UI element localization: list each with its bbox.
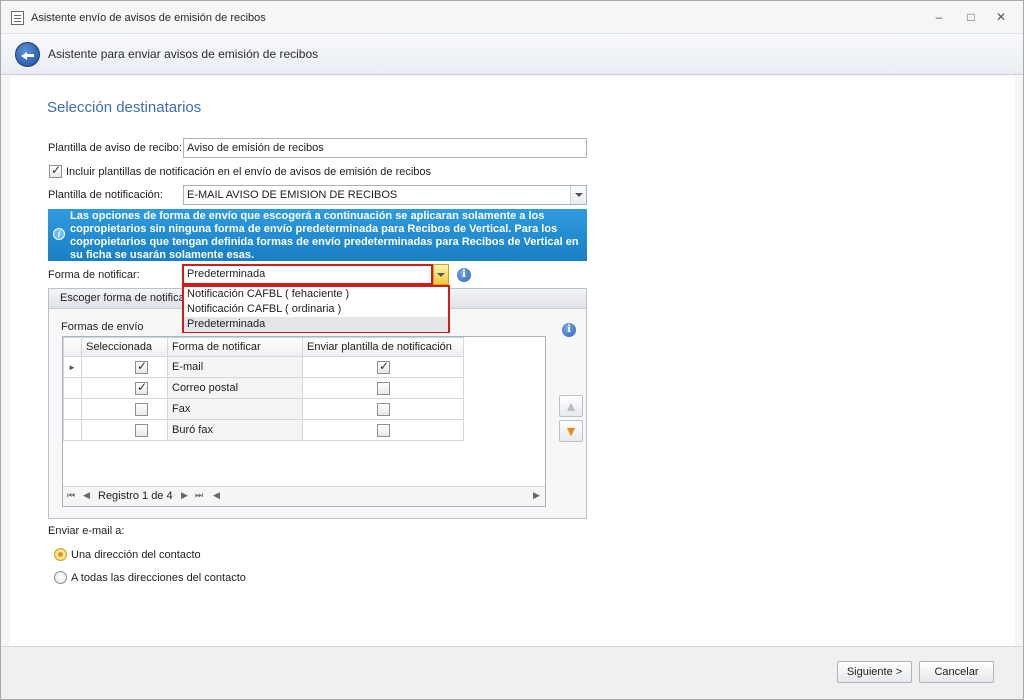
radio-todas-direcciones[interactable] (54, 571, 67, 584)
minimize-icon[interactable]: – (929, 9, 949, 25)
enviar-email-label: Enviar e-mail a: (48, 525, 125, 537)
forma-cell: Correo postal (167, 377, 303, 399)
enviar-cell[interactable] (302, 419, 464, 441)
seleccionada-checkbox[interactable] (135, 403, 148, 416)
wizard-header: Asistente para enviar avisos de emisión … (1, 33, 1023, 75)
enviar-cell[interactable] (302, 377, 464, 399)
seleccionada-cell[interactable] (81, 398, 168, 420)
previous-record-icon[interactable]: ◀ (83, 490, 90, 501)
maximize-icon[interactable]: □ (961, 9, 981, 25)
seleccionada-cell[interactable] (81, 377, 168, 399)
info-icon[interactable]: i (562, 323, 576, 337)
dropdown-option-predeterminada[interactable]: Predeterminada (184, 317, 448, 332)
plantilla-aviso-label: Plantilla de aviso de recibo: (48, 142, 182, 154)
incluir-plantillas-checkbox[interactable] (49, 163, 62, 178)
forma-cell: E-mail (167, 356, 303, 378)
grid-navigator: ⏮ ◀ Registro 1 de 4 ▶ ⏭ ◀ ▶ (63, 486, 545, 506)
enviar-cell[interactable] (302, 398, 464, 420)
formas-table: Seleccionada Forma de notificar Enviar p… (63, 337, 464, 441)
cancel-button[interactable]: Cancelar (919, 661, 994, 683)
table-row[interactable]: ► E-mail (63, 356, 464, 378)
move-up-icon[interactable]: ▲ (559, 395, 583, 417)
title-bar: Asistente envío de avisos de emisión de … (1, 1, 1023, 33)
seleccionada-checkbox[interactable] (135, 359, 148, 374)
forma-cell: Fax (167, 398, 303, 420)
scroll-right-icon[interactable]: ▶ (533, 490, 540, 501)
formas-envio-label: Formas de envío (61, 321, 144, 333)
next-button[interactable]: Siguiente > (837, 661, 912, 683)
section-title: Selección destinatarios (47, 99, 202, 116)
table-row[interactable]: Fax (63, 398, 464, 420)
column-header-seleccionada[interactable]: Seleccionada (81, 337, 168, 357)
plantilla-notificacion-label: Plantilla de notificación: (48, 189, 163, 201)
row-indicator (63, 419, 82, 441)
column-header-enviar[interactable]: Enviar plantilla de notificación (302, 337, 464, 357)
plantilla-notificacion-value: E-MAIL AVISO DE EMISION DE RECIBOS (187, 189, 398, 201)
scroll-left-icon[interactable]: ◀ (213, 490, 220, 501)
enviar-checkbox[interactable] (377, 359, 390, 374)
enviar-checkbox[interactable] (377, 382, 390, 395)
enviar-checkbox[interactable] (377, 403, 390, 416)
first-record-icon[interactable]: ⏮ (67, 490, 75, 501)
move-down-icon[interactable]: ▼ (559, 420, 583, 442)
formas-envio-grid: Seleccionada Forma de notificar Enviar p… (62, 336, 546, 507)
table-row[interactable]: Correo postal (63, 377, 464, 399)
info-banner-text: Las opciones de forma de envío que escog… (70, 210, 579, 261)
column-header-forma[interactable]: Forma de notificar (167, 337, 303, 357)
window-title: Asistente envío de avisos de emisión de … (31, 12, 266, 24)
plantilla-aviso-field[interactable]: Aviso de emisión de recibos (183, 138, 587, 158)
next-record-icon[interactable]: ▶ (181, 490, 188, 501)
wizard-footer: Siguiente > Cancelar (1, 646, 1023, 699)
last-record-icon[interactable]: ⏭ (195, 490, 203, 501)
seleccionada-cell[interactable] (81, 419, 168, 441)
info-icon: i (53, 228, 65, 240)
table-header-row: Seleccionada Forma de notificar Enviar p… (63, 337, 464, 357)
seleccionada-cell[interactable] (81, 356, 168, 378)
radio-todas-direcciones-label[interactable]: A todas las direcciones del contacto (71, 572, 246, 584)
app-document-icon (11, 11, 24, 25)
table-row[interactable]: Buró fax (63, 419, 464, 441)
forma-cell: Buró fax (167, 419, 303, 441)
info-icon[interactable]: i (457, 268, 471, 282)
seleccionada-checkbox[interactable] (135, 424, 148, 437)
navigator-text: Registro 1 de 4 (98, 490, 173, 502)
forma-notificar-dropdown: Notificación CAFBL ( fehaciente ) Notifi… (182, 285, 450, 333)
row-indicator (63, 377, 82, 399)
row-indicator (63, 398, 82, 420)
plantilla-notificacion-combo[interactable]: E-MAIL AVISO DE EMISION DE RECIBOS (183, 185, 587, 205)
dropdown-arrow-icon[interactable] (433, 264, 449, 285)
seleccionada-checkbox[interactable] (135, 380, 148, 395)
wizard-title: Asistente para enviar avisos de emisión … (48, 47, 319, 61)
dropdown-option-fehaciente[interactable]: Notificación CAFBL ( fehaciente ) (184, 287, 448, 302)
info-banner: i Las opciones de forma de envío que esc… (48, 209, 587, 261)
close-icon[interactable]: ✕ (991, 9, 1011, 25)
radio-una-direccion[interactable] (54, 548, 67, 561)
row-indicator-header (63, 337, 82, 357)
incluir-plantillas-label: Incluir plantillas de notificación en el… (66, 166, 432, 178)
row-indicator-icon: ► (63, 356, 82, 378)
forma-notificar-label: Forma de notificar: (48, 269, 140, 281)
back-arrow-icon[interactable] (15, 42, 40, 67)
chevron-down-icon[interactable] (570, 186, 586, 204)
enviar-cell[interactable] (302, 356, 464, 378)
wizard-window: Asistente envío de avisos de emisión de … (0, 0, 1024, 700)
forma-notificar-combo[interactable]: Predeterminada (182, 264, 433, 285)
enviar-checkbox[interactable] (377, 424, 390, 437)
dropdown-option-ordinaria[interactable]: Notificación CAFBL ( ordinaria ) (184, 302, 448, 317)
wizard-content: Selección destinatarios Plantilla de avi… (10, 76, 1015, 646)
radio-una-direccion-label[interactable]: Una dirección del contacto (71, 549, 201, 561)
